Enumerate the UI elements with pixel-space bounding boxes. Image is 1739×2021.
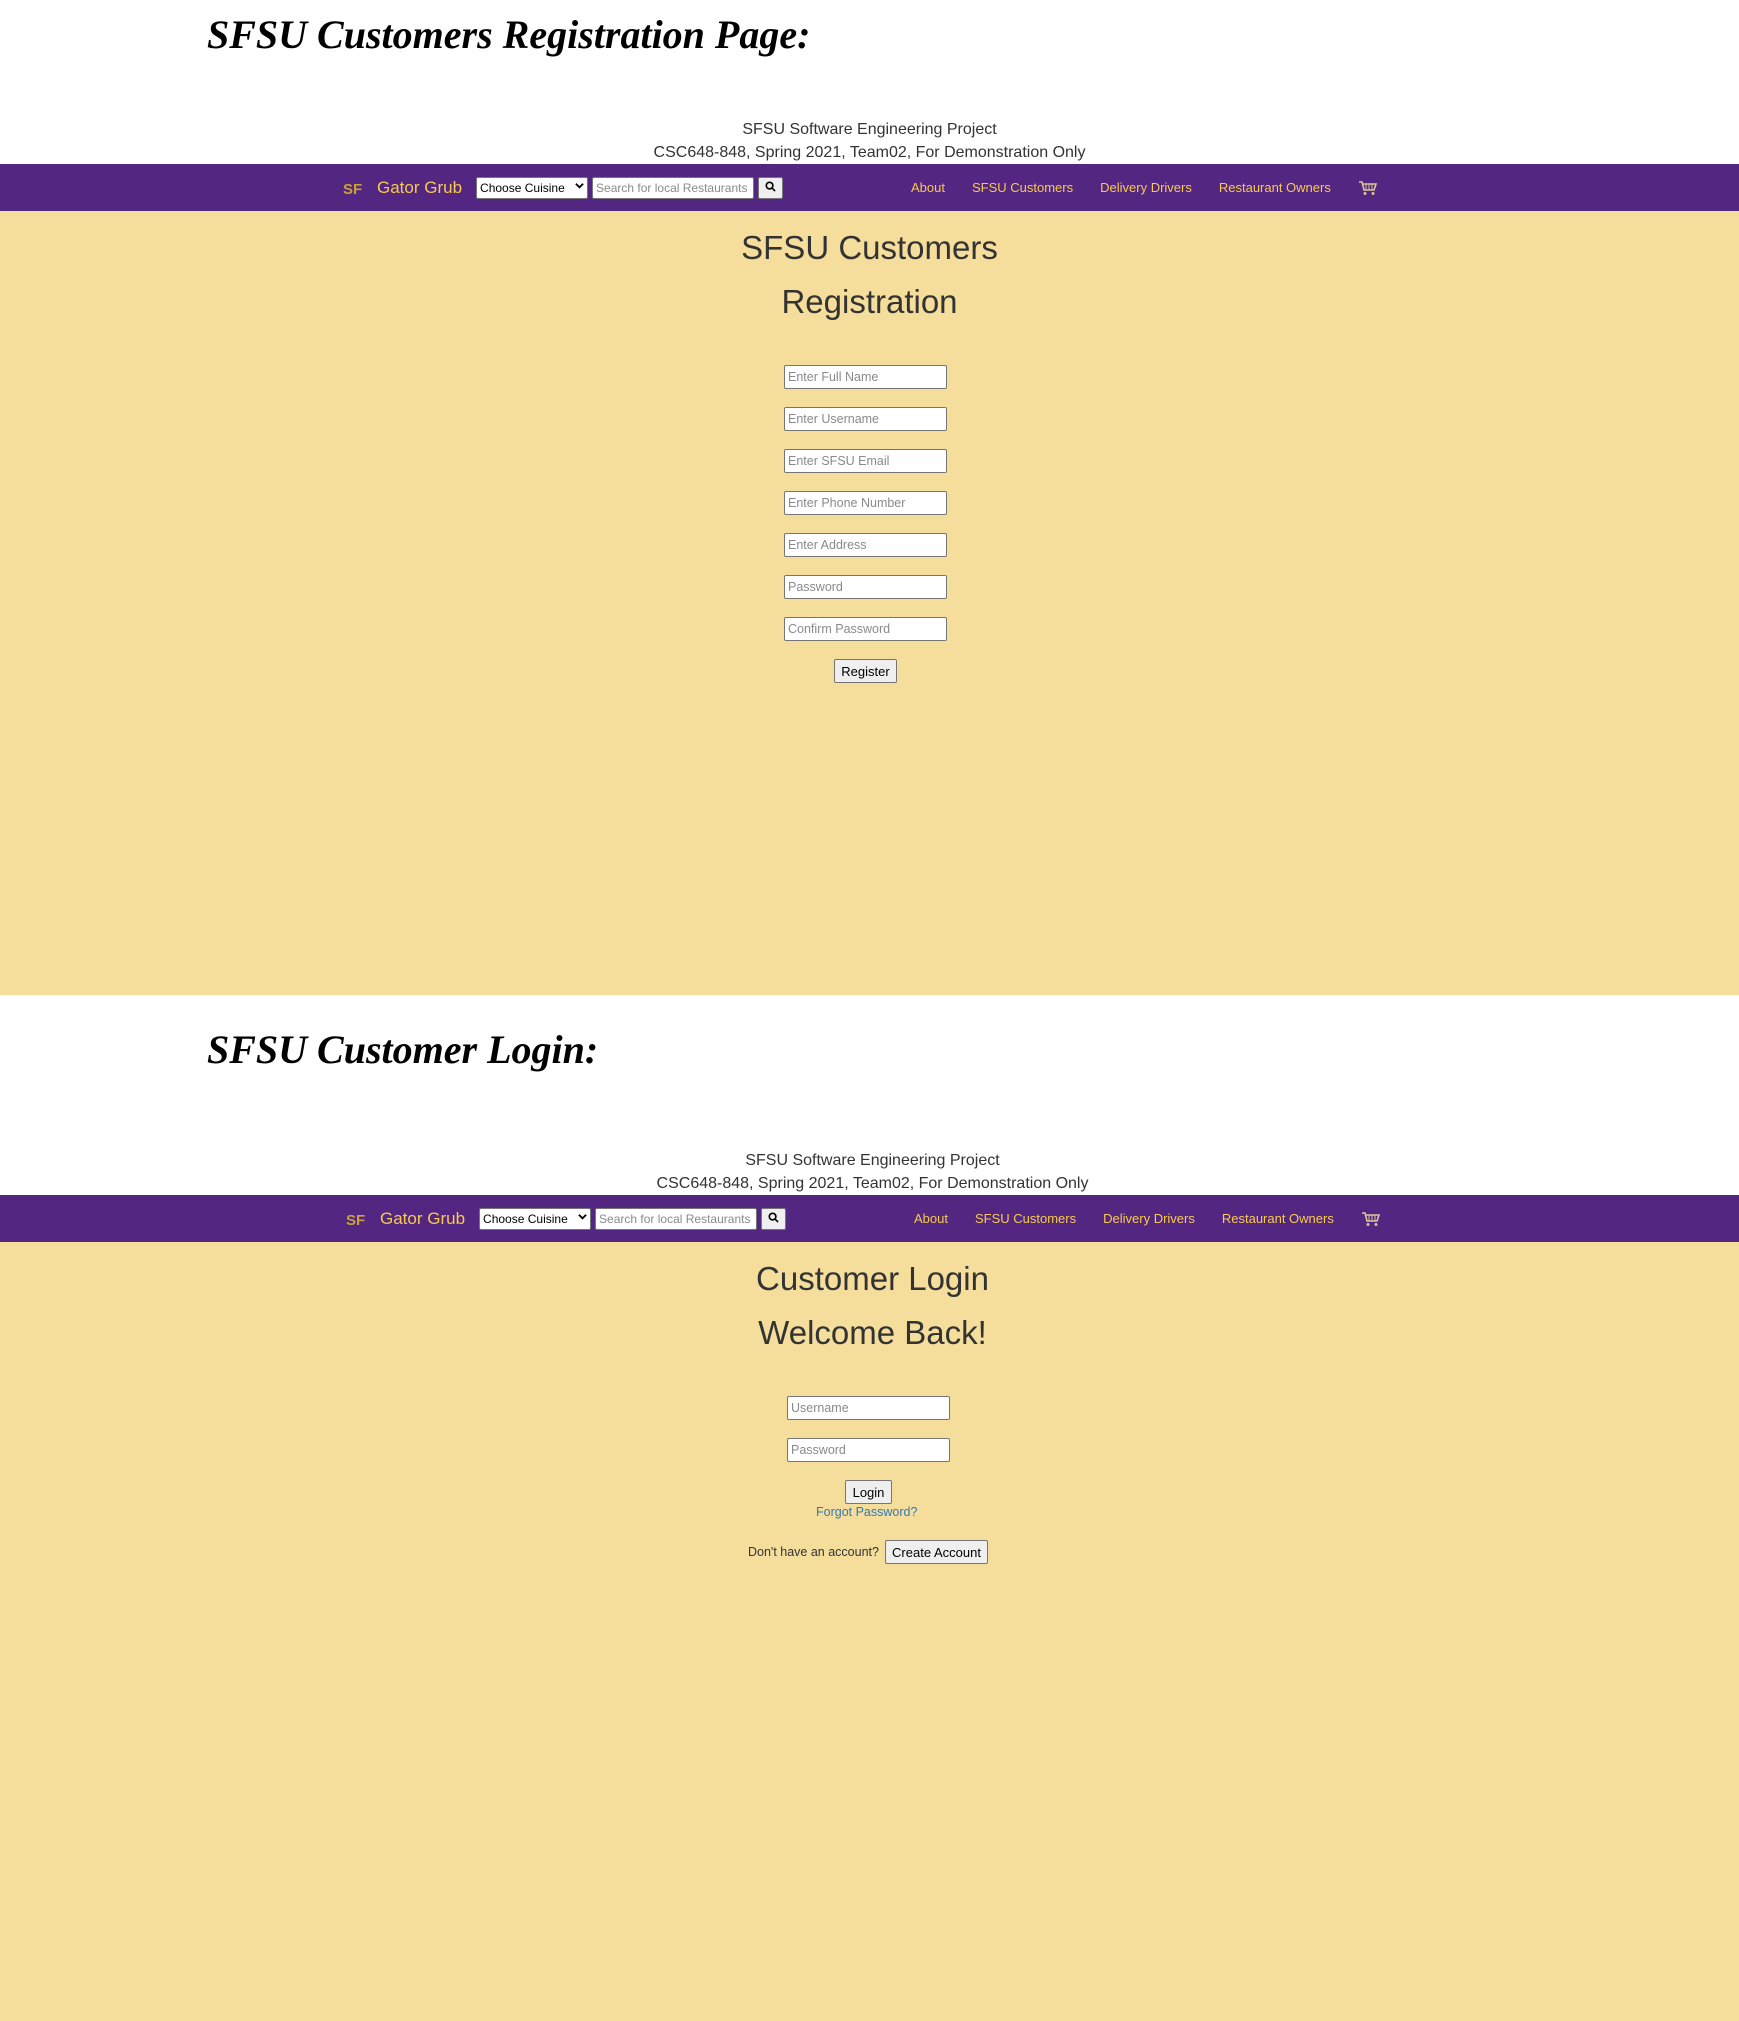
nav-link-about[interactable]: About [914,1211,948,1226]
login-title-line1: Customer Login [756,1260,989,1297]
login-section-heading: SFSU Customer Login: [207,1027,599,1072]
navbar: SF Gator Grub Choose Cuisine About SFSU … [0,1195,1739,1242]
registration-title-line2: Registration [781,283,958,320]
address-field[interactable] [784,533,947,557]
phone-number-field[interactable] [784,491,947,515]
search-icon [765,179,776,197]
login-button[interactable]: Login [845,1480,892,1504]
nav-link-restaurant-owners[interactable]: Restaurant Owners [1219,180,1331,195]
nav-link-about[interactable]: About [911,180,945,195]
nav-link-delivery-drivers[interactable]: Delivery Drivers [1103,1211,1195,1226]
navbar: SF Gator Grub Choose Cuisine About SFSU … [0,164,1739,211]
project-info-line1: SFSU Software Engineering Project [745,1152,1000,1169]
gator-logo-icon[interactable]: SF [346,1209,368,1229]
login-password-field[interactable] [787,1438,950,1462]
search-input[interactable] [592,176,755,199]
project-info-line2: CSC648-848, Spring 2021, Team02, For Dem… [653,144,1086,161]
nav-link-sfsu-customers[interactable]: SFSU Customers [972,180,1073,195]
gator-logo-icon[interactable]: SF [343,178,365,198]
login-username-field[interactable] [787,1396,950,1420]
nav-link-sfsu-customers[interactable]: SFSU Customers [975,1211,1076,1226]
cuisine-select-value: Choose Cuisine [480,180,565,195]
project-info: SFSU Software Engineering Project CSC648… [0,118,1739,164]
no-account-text: Don't have an account? [748,1545,879,1559]
registration-panel [0,211,1739,995]
create-account-button[interactable]: Create Account [885,1540,988,1564]
cuisine-select-value: Choose Cuisine [483,1211,568,1226]
project-info: SFSU Software Engineering Project CSC648… [3,1149,1739,1195]
login-title-line2: Welcome Back! [758,1314,987,1351]
cuisine-select[interactable]: Choose Cuisine [476,176,589,199]
full-name-field[interactable] [784,365,947,389]
username-field[interactable] [784,407,947,431]
forgot-password-link[interactable]: Forgot Password? [816,1505,917,1519]
registration-title-line1: SFSU Customers [741,229,998,266]
svg-text:SF: SF [343,181,362,197]
nav-link-delivery-drivers[interactable]: Delivery Drivers [1100,180,1192,195]
sfsu-email-field[interactable] [784,449,947,473]
cuisine-select[interactable]: Choose Cuisine [479,1207,592,1230]
login-panel [0,1242,1739,2021]
register-button[interactable]: Register [834,659,897,683]
search-button[interactable] [761,1207,787,1230]
brand-name[interactable]: Gator Grub [377,178,462,198]
cart-icon[interactable] [1361,1211,1381,1227]
registration-section-heading: SFSU Customers Registration Page: [207,12,811,57]
svg-text:SF: SF [346,1212,365,1228]
cart-icon[interactable] [1358,180,1378,196]
search-input[interactable] [595,1207,758,1230]
search-icon [768,1210,779,1228]
nav-link-restaurant-owners[interactable]: Restaurant Owners [1222,1211,1334,1226]
project-info-line2: CSC648-848, Spring 2021, Team02, For Dem… [656,1175,1089,1192]
chevron-down-icon [578,1212,587,1224]
brand-name[interactable]: Gator Grub [380,1209,465,1229]
search-button[interactable] [758,176,784,199]
project-info-line1: SFSU Software Engineering Project [742,121,997,138]
password-field[interactable] [784,575,947,599]
confirm-password-field[interactable] [784,617,947,641]
chevron-down-icon [575,181,584,193]
